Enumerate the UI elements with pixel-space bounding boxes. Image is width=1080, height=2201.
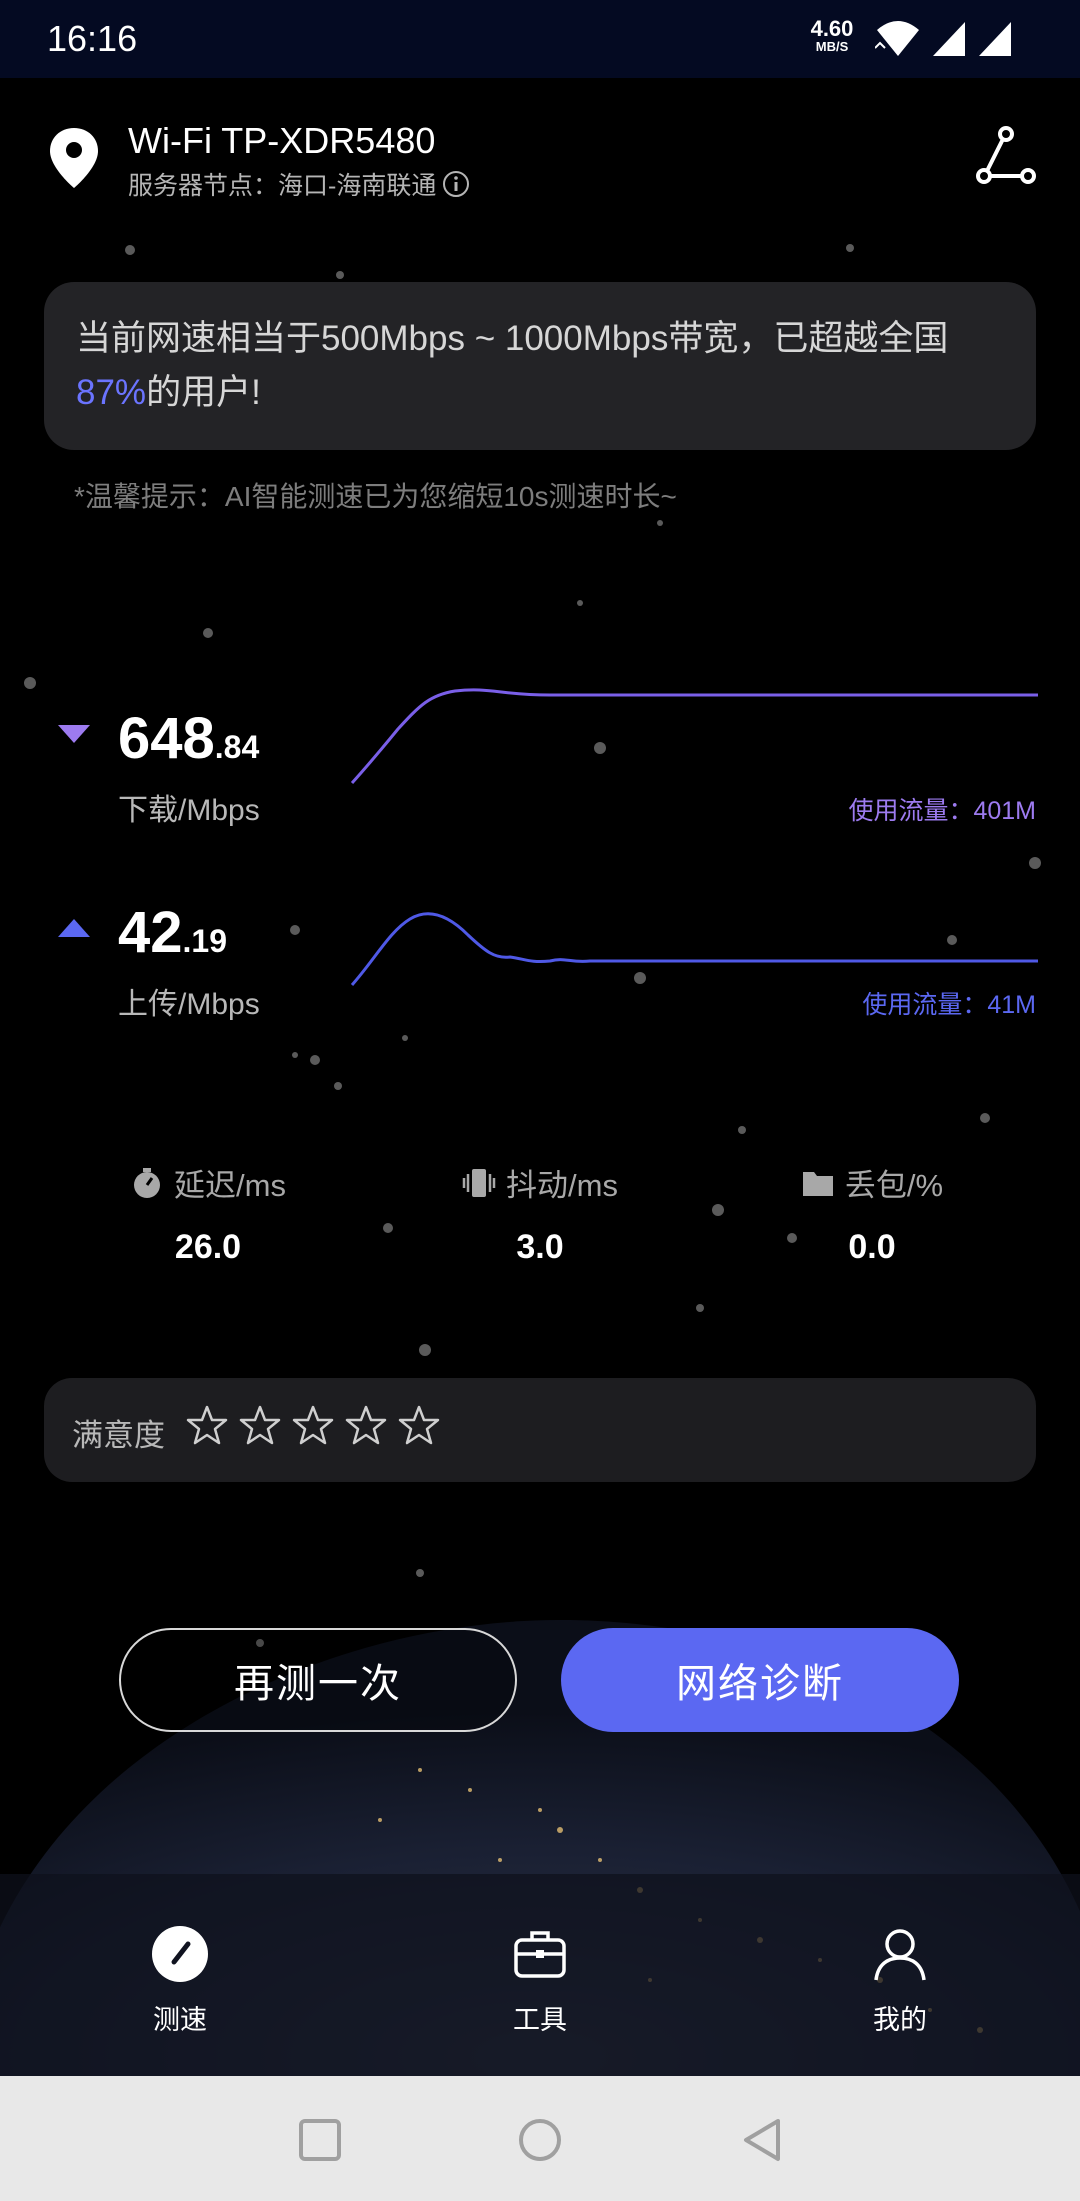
nav-label-speedtest: 测速 <box>153 2005 207 2035</box>
rating-label: 满意度 <box>72 1418 165 1453</box>
result-percent: 87% <box>76 373 147 412</box>
server-label: 服务器节点： <box>128 172 279 200</box>
star-icon-1[interactable] <box>186 1404 228 1446</box>
nav-item-profile[interactable]: 我的 <box>800 1924 1000 2044</box>
download-speed: 648.84 <box>118 705 259 772</box>
nav-label-tools: 工具 <box>513 2005 567 2035</box>
status-bar: 16:16 4.60 MB/S <box>0 0 1080 78</box>
server-name: 海口-海南联通 <box>278 172 437 200</box>
nav-item-speedtest[interactable]: 测速 <box>80 1924 280 2044</box>
jitter-value: 3.0 <box>516 1228 564 1266</box>
download-arrow-icon <box>58 725 90 743</box>
star-icon-5[interactable] <box>398 1404 440 1446</box>
star-icon-4[interactable] <box>345 1404 387 1446</box>
upload-unit: 上传/Mbps <box>118 988 260 1021</box>
loss-label: 丢包/% <box>844 1168 944 1203</box>
latency-label-row: 延迟/ms <box>48 1160 368 1205</box>
result-summary-text: 当前网速相当于500Mbps ~ 1000Mbps带宽，已超越全国 87%的用户! <box>76 312 1006 420</box>
result-text-before: 当前网速相当于500Mbps ~ 1000Mbps带宽，已超越全国 <box>76 319 949 358</box>
back-icon[interactable] <box>740 2118 784 2162</box>
jitter-label-row: 抖动/ms <box>380 1160 700 1205</box>
recent-apps-icon[interactable] <box>298 2118 342 2162</box>
upload-traffic: 使用流量：41M <box>862 991 1036 1019</box>
upload-metric: 42.19 上传/Mbps 使用流量：41M <box>0 899 1080 1039</box>
nav-label-profile: 我的 <box>873 2005 927 2035</box>
result-summary-card: 当前网速相当于500Mbps ~ 1000Mbps带宽，已超越全国 87%的用户! <box>44 282 1036 450</box>
info-icon[interactable] <box>442 170 470 198</box>
star-icon-2[interactable] <box>239 1404 281 1446</box>
loss-value: 0.0 <box>848 1228 896 1266</box>
status-time: 16:16 <box>47 18 138 59</box>
diagnose-button[interactable]: 网络诊断 <box>561 1628 959 1732</box>
tip-text: *温馨提示：AI智能测速已为您缩短10s测速时长~ <box>74 481 677 512</box>
download-traffic: 使用流量：401M <box>848 797 1036 825</box>
net-speed-unit: MB/S <box>815 39 849 54</box>
upload-speed-dec: .19 <box>182 923 227 959</box>
download-metric: 648.84 下载/Mbps 使用流量：401M <box>0 688 1080 845</box>
cellular-signal-icon-2 <box>979 22 1011 56</box>
upload-speed-graph <box>350 912 1038 986</box>
header: Wi-Fi TP-XDR5480 服务器节点： 海口-海南联通 <box>0 110 1080 210</box>
upload-speed-int: 42 <box>118 900 183 965</box>
latency-stat: 延迟/ms 26.0 <box>48 1160 368 1280</box>
bottom-nav: 测速 工具 我的 <box>0 1874 1080 2076</box>
upload-speed: 42.19 <box>118 899 227 966</box>
result-text-after: 的用户! <box>146 373 261 412</box>
latency-label: 延迟/ms <box>174 1168 286 1203</box>
download-unit: 下载/Mbps <box>118 794 260 827</box>
wifi-icon <box>875 21 919 56</box>
wifi-name: Wi-Fi TP-XDR5480 <box>128 120 436 161</box>
satisfaction-rating: 满意度 <box>44 1378 1036 1482</box>
net-speed-value: 4.60 <box>810 16 854 41</box>
retest-button[interactable]: 再测一次 <box>119 1628 517 1732</box>
download-speed-int: 648 <box>118 706 215 771</box>
nav-item-tools[interactable]: 工具 <box>440 1924 640 2044</box>
speedometer-icon <box>152 1926 208 1982</box>
upload-arrow-icon <box>58 919 90 937</box>
latency-value: 26.0 <box>174 1228 242 1266</box>
loss-label-row: 丢包/% <box>712 1160 1032 1205</box>
status-icons <box>875 18 1013 58</box>
jitter-stat: 抖动/ms 3.0 <box>380 1160 700 1280</box>
server-node: 服务器节点： 海口-海南联通 <box>128 166 470 202</box>
vibration-icon <box>462 1168 496 1197</box>
loss-stat: 丢包/% 0.0 <box>712 1160 1032 1280</box>
folder-icon <box>802 1171 833 1196</box>
star-icon-3[interactable] <box>292 1404 334 1446</box>
home-icon[interactable] <box>518 2118 562 2162</box>
download-speed-dec: .84 <box>214 729 260 765</box>
net-speed-indicator: 4.60 MB/S <box>806 16 858 54</box>
cellular-signal-icon <box>933 22 965 56</box>
route-icon[interactable] <box>974 124 1038 188</box>
rating-stars <box>186 1404 440 1446</box>
location-pin-icon <box>50 128 98 188</box>
jitter-label: 抖动/ms <box>506 1168 618 1203</box>
person-icon <box>874 1929 926 1981</box>
stopwatch-icon <box>134 1167 161 1198</box>
toolbox-icon <box>514 1931 566 1978</box>
system-nav-bar <box>0 2076 1080 2201</box>
download-speed-graph <box>350 688 1038 785</box>
